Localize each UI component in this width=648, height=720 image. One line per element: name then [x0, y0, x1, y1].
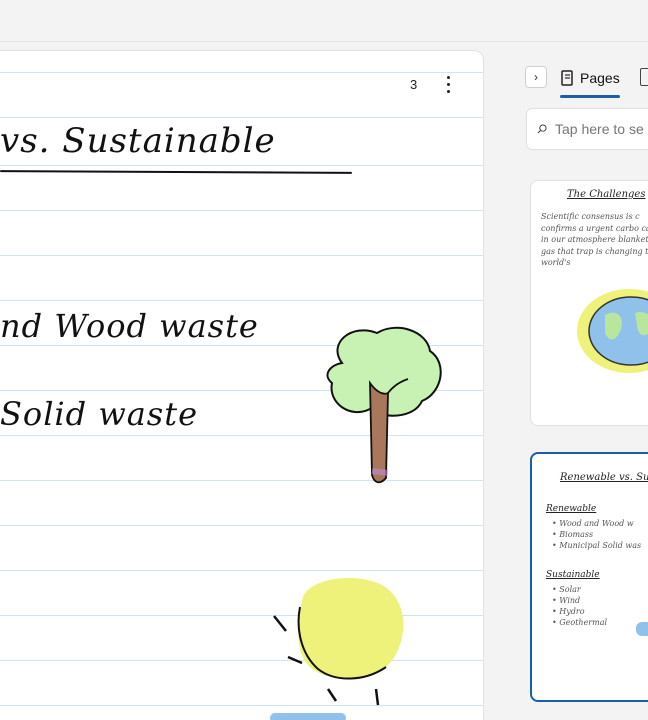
list-item: Wind [552, 595, 607, 606]
chevron-right-icon: › [534, 70, 538, 84]
list-item: Geothermal [552, 617, 607, 628]
list-item: Biomass [552, 529, 641, 540]
search-box[interactable] [526, 108, 648, 150]
search-icon [537, 124, 547, 134]
collapse-sidebar-button[interactable]: › [525, 66, 547, 88]
thumbnail-title: Renewable vs. Sustai [560, 472, 648, 483]
list-item: Municipal Solid was [552, 540, 641, 551]
list-item: Solar [552, 584, 607, 595]
handwritten-title: vs. Sustainable [0, 121, 276, 161]
tab-pages[interactable]: Pages [560, 64, 620, 98]
more-options-button[interactable] [436, 71, 460, 97]
tab-sections-icon[interactable] [640, 68, 648, 86]
blue-ink-stroke [270, 713, 346, 720]
handwritten-line-2: Solid waste [0, 395, 198, 433]
earth-drawing [577, 289, 648, 373]
thumbnail-title: The Challenges [567, 189, 646, 200]
renewable-list: Wood and Wood w Biomass Municipal Solid … [552, 518, 641, 551]
thumbnail-blue-mark [636, 622, 648, 636]
sustainable-list: Solar Wind Hydro Geothermal [552, 584, 607, 628]
pages-sidebar: › Pages The Challenges Scientific consen… [484, 42, 648, 720]
app-top-bar [0, 0, 648, 42]
notebook-page-canvas[interactable]: 3 vs. Sustainable nd Wood waste Solid wa… [0, 50, 484, 720]
page-count: 3 [410, 77, 418, 92]
pages-icon [561, 70, 573, 86]
sustainable-heading: Sustainable [546, 570, 600, 580]
active-tab-indicator [560, 95, 620, 98]
renewable-heading: Renewable [546, 504, 597, 514]
tree-drawing [326, 326, 442, 484]
more-options-icon [446, 74, 450, 95]
list-item: Wood and Wood w [552, 518, 641, 529]
sun-drawing [273, 578, 404, 706]
page-thumbnail-renewable[interactable]: Renewable vs. Sustai Renewable Wood and … [530, 452, 648, 702]
thumbnail-body: Scientific consensus is c confirms a urg… [541, 212, 648, 267]
page-thumbnail-challenges[interactable]: The Challenges Scientific consensus is c… [530, 180, 648, 426]
search-input[interactable] [555, 121, 648, 137]
list-item: Hydro [552, 606, 607, 617]
tab-pages-label: Pages [580, 70, 620, 86]
handwritten-line-1: nd Wood waste [0, 307, 259, 345]
